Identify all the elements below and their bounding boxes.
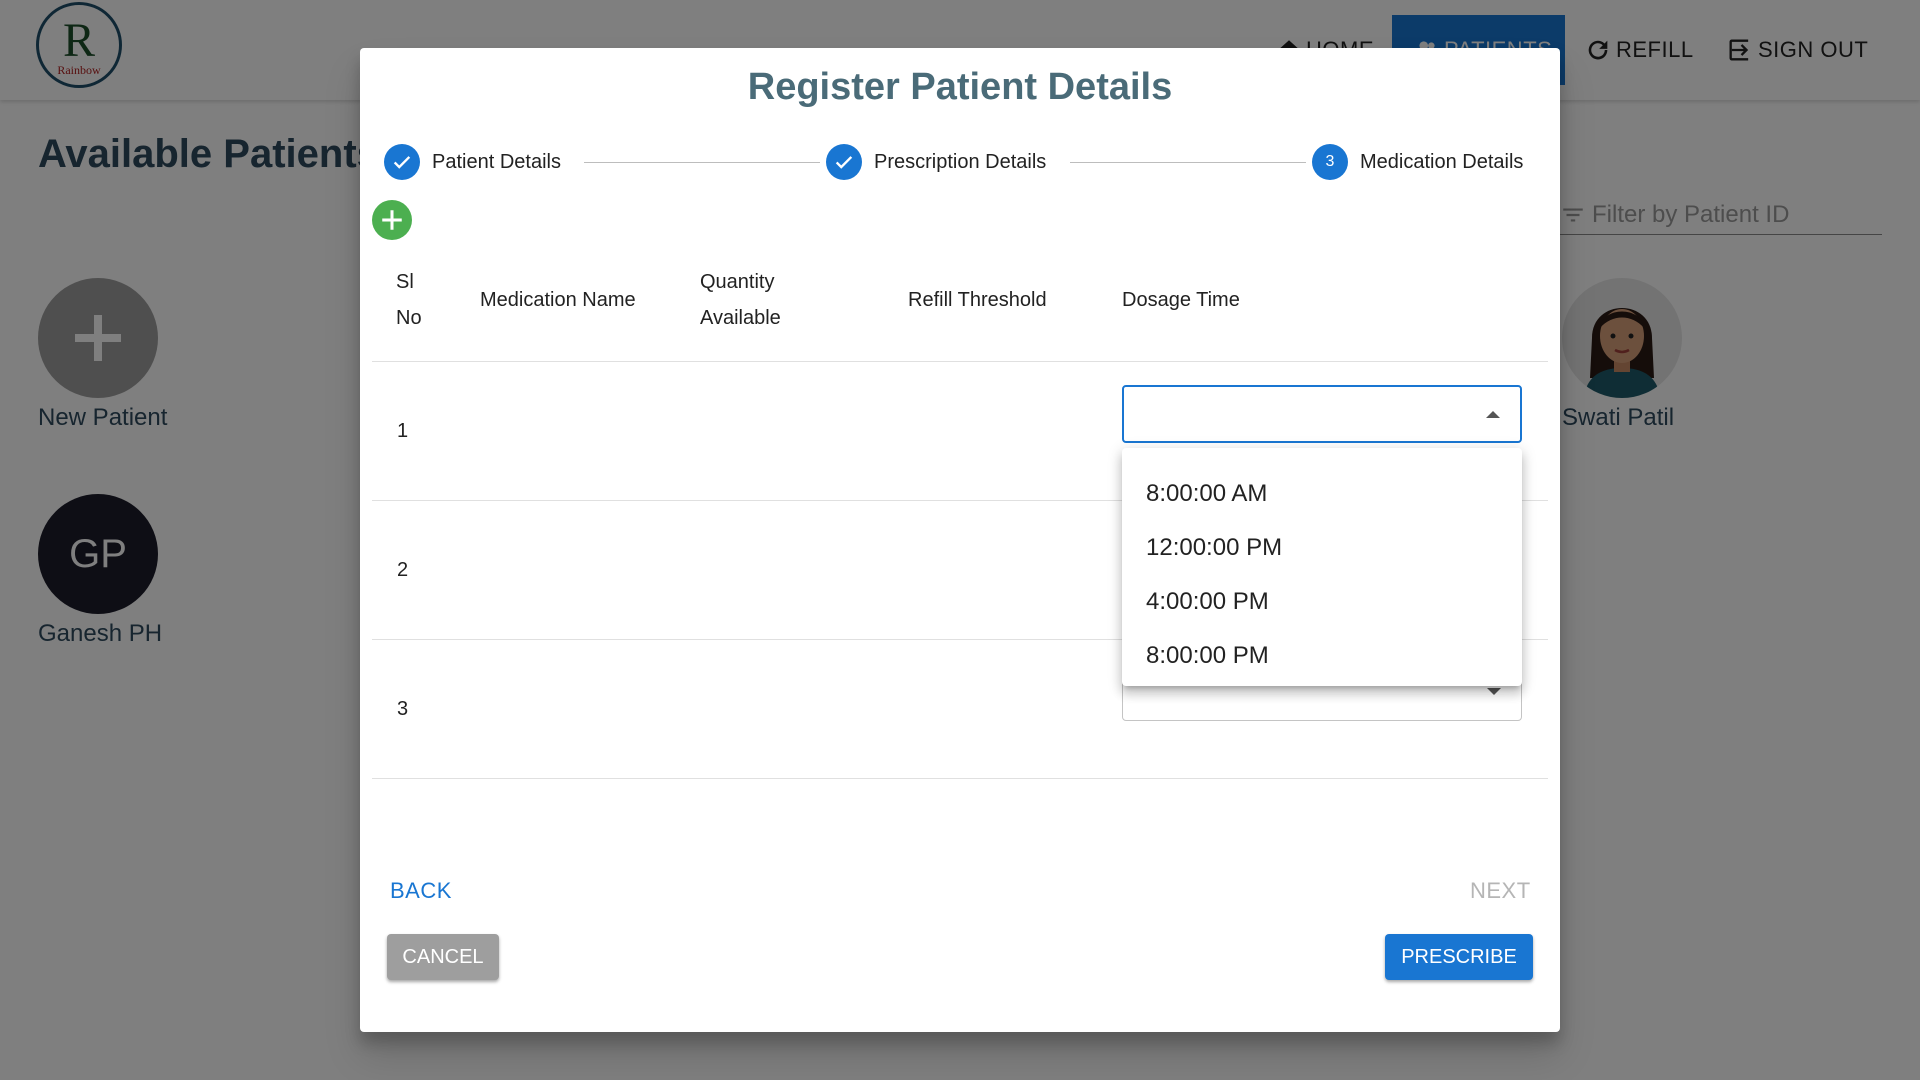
caret-down-icon (1487, 688, 1501, 695)
step-prescription-details: Prescription Details (826, 144, 1046, 180)
dosage-option[interactable]: 8:00:00 AM (1122, 467, 1522, 521)
step-medication-details: 3 Medication Details (1312, 144, 1523, 180)
header-medication-name: Medication Name (480, 289, 636, 311)
dialog-title: Register Patient Details (747, 66, 1173, 108)
add-medication-button[interactable] (372, 200, 412, 240)
header-sl-no: Sl No (396, 264, 422, 336)
step-connector (1070, 162, 1306, 163)
dosage-option[interactable]: 12:00:00 PM (1122, 521, 1522, 575)
table-divider (372, 361, 1548, 362)
header-line: Available (700, 307, 781, 329)
row-sl-no: 3 (397, 698, 409, 720)
step-number: 3 (1312, 144, 1348, 180)
dosage-time-select[interactable] (1122, 385, 1522, 443)
header-quantity-available: Quantity Available (700, 264, 781, 336)
header-line: Quantity (700, 271, 775, 293)
caret-up-icon (1486, 411, 1500, 418)
check-icon (384, 144, 420, 180)
row-sl-no: 2 (397, 559, 409, 581)
row-sl-no: 1 (397, 420, 409, 442)
plus-icon (382, 210, 402, 230)
header-line: Sl (396, 271, 414, 293)
register-patient-dialog: Register Patient Details Patient Details… (360, 48, 1560, 1032)
step-connector (584, 162, 820, 163)
check-icon (826, 144, 862, 180)
dosage-option[interactable]: 4:00:00 PM (1122, 575, 1522, 629)
header-refill-threshold: Refill Threshold (908, 289, 1047, 311)
dosage-time-menu: 8:00:00 AM 12:00:00 PM 4:00:00 PM 8:00:0… (1122, 448, 1522, 686)
cancel-button[interactable]: CANCEL (387, 934, 499, 980)
step-patient-details: Patient Details (384, 144, 561, 180)
step-label: Patient Details (432, 150, 561, 173)
prescribe-button[interactable]: PRESCRIBE (1385, 934, 1533, 980)
next-button[interactable]: NEXT (1470, 878, 1531, 904)
step-label: Medication Details (1360, 150, 1524, 173)
dosage-option[interactable]: 8:00:00 PM (1122, 629, 1522, 683)
table-divider (372, 778, 1548, 779)
header-line: No (396, 307, 422, 329)
step-label: Prescription Details (874, 150, 1047, 173)
back-button[interactable]: BACK (390, 878, 452, 904)
header-dosage-time: Dosage Time (1122, 289, 1240, 311)
